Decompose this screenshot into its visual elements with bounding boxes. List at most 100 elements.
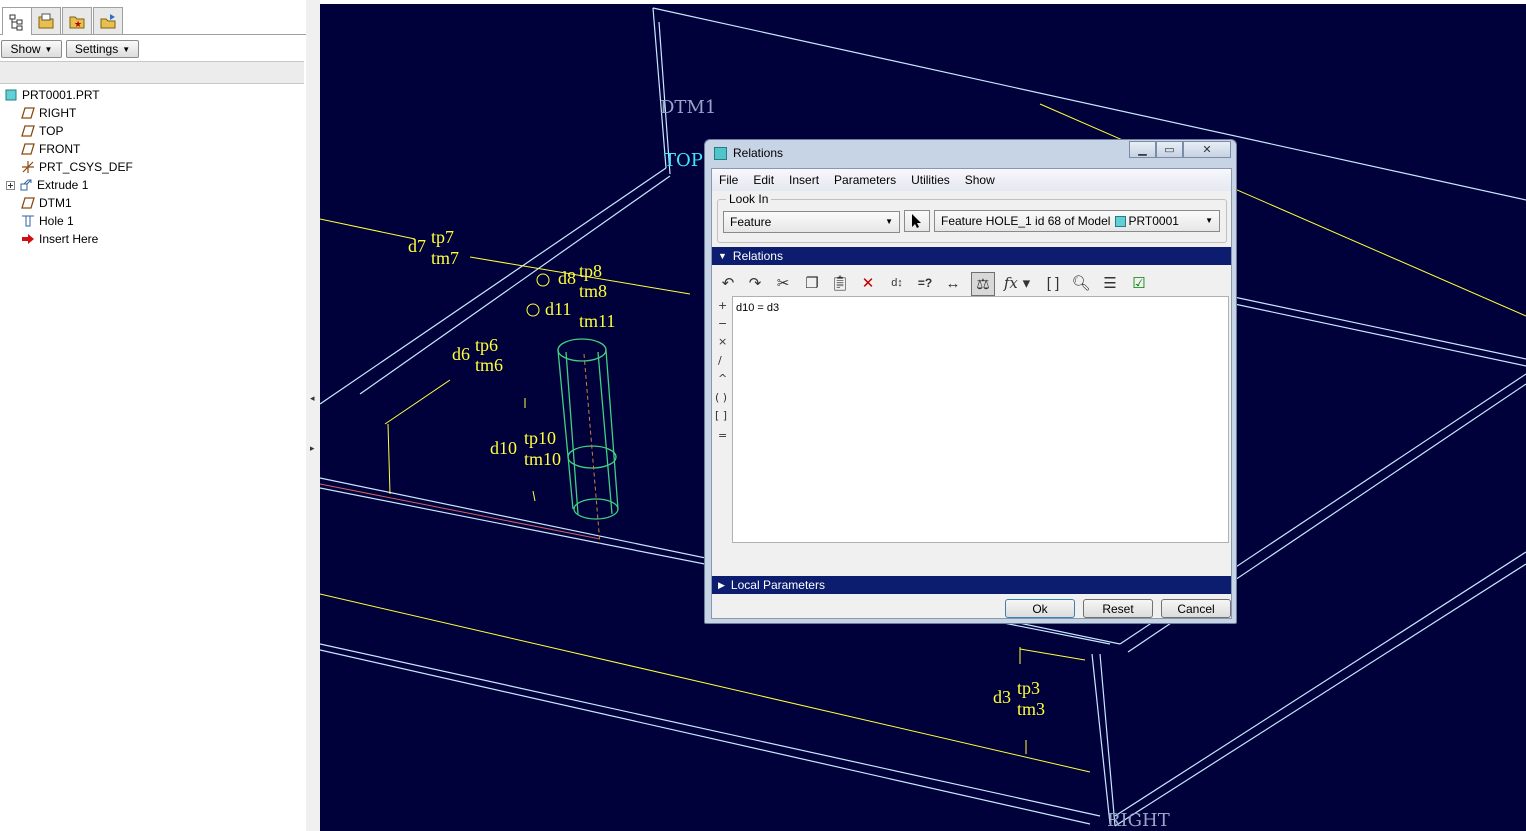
operator-plus[interactable]: +: [718, 299, 727, 312]
operator-palette: + − × / ^ ( ) [ ] =: [712, 299, 732, 539]
units-icon: ⚖: [976, 276, 990, 293]
settings-button[interactable]: Settings ▼: [66, 40, 139, 58]
switch-dims-icon: d↕: [891, 277, 903, 289]
panel-splitter[interactable]: ◂ ▸: [306, 0, 320, 831]
menu-insert[interactable]: Insert: [782, 173, 827, 187]
operator-multiply[interactable]: ×: [718, 335, 727, 348]
dim-d3[interactable]: d3: [993, 687, 1011, 708]
close-button[interactable]: ✕: [1183, 141, 1231, 158]
switch-dims-button[interactable]: d↕: [886, 272, 908, 294]
look-in-select[interactable]: Feature ▼: [723, 211, 900, 233]
folder-browser-tab[interactable]: [31, 7, 61, 34]
favorites-tab[interactable]: ★: [62, 7, 92, 34]
menu-file[interactable]: File: [712, 173, 746, 187]
redo-button[interactable]: ↷: [744, 272, 766, 294]
model-tree-icon: [9, 14, 23, 30]
select-feature-button[interactable]: [904, 210, 930, 232]
function-icon: fx ▾: [1003, 274, 1031, 292]
maximize-button[interactable]: ▭: [1156, 141, 1183, 158]
brackets-button[interactable]: [ ]: [1042, 272, 1064, 294]
dialog-body: File Edit Insert Parameters Utilities Sh…: [711, 168, 1232, 619]
chevron-down-icon: ▼: [885, 217, 893, 226]
tree-item-label: DTM1: [39, 196, 72, 210]
datum-plane-icon: [21, 124, 35, 138]
show-label: Show: [10, 42, 41, 56]
insert-dimension-button[interactable]: ↔: [942, 272, 964, 294]
dim-d6[interactable]: d6: [452, 344, 470, 365]
dialog-menubar: File Edit Insert Parameters Utilities Sh…: [712, 169, 1231, 191]
sort-button[interactable]: ☰: [1099, 272, 1121, 294]
tree-item-extrude[interactable]: Extrude 1: [6, 176, 88, 194]
operator-parens[interactable]: ( ): [715, 391, 727, 404]
dialog-titlebar[interactable]: Relations ▁ ▭ ✕: [705, 140, 1236, 166]
tree-item-hole[interactable]: Hole 1: [21, 212, 74, 230]
tree-item-label: Hole 1: [39, 214, 74, 228]
operator-brackets[interactable]: [ ]: [715, 409, 727, 422]
reset-button[interactable]: Reset: [1083, 599, 1153, 618]
cut-button[interactable]: ✂: [772, 272, 794, 294]
cursor-arrow-icon: [912, 214, 921, 228]
operator-divide[interactable]: /: [718, 354, 722, 367]
undo-icon: ↶: [721, 275, 735, 292]
show-button[interactable]: Show ▼: [1, 40, 62, 58]
model-tree-panel: ★ Show ▼ Settings ▼ PRT0001.PRT RIGHT TOP …: [0, 0, 307, 831]
close-icon: ✕: [1202, 144, 1212, 156]
local-parameters-header[interactable]: ▶ Local Parameters: [712, 576, 1231, 594]
paste-button[interactable]: 📋︎: [829, 272, 851, 294]
evaluate-button[interactable]: =?: [914, 272, 936, 294]
function-button[interactable]: fx ▾: [1000, 272, 1034, 294]
tree-item-insert-here[interactable]: Insert Here: [21, 230, 98, 248]
menu-parameters[interactable]: Parameters: [827, 173, 904, 187]
insert-arrow-icon: [21, 232, 35, 246]
delete-button[interactable]: ✕: [857, 272, 879, 294]
dim-d8[interactable]: d8: [558, 268, 576, 289]
chevron-down-icon: ▼: [44, 44, 53, 54]
tree-item-label: Insert Here: [39, 232, 99, 246]
connections-icon: [100, 14, 116, 29]
model-tree-tab[interactable]: [2, 7, 32, 35]
relations-text: d10 = d3: [736, 302, 780, 314]
dim-d11[interactable]: d11: [545, 299, 571, 320]
connections-tab[interactable]: [93, 7, 123, 34]
dim-tm6: tm6: [475, 355, 504, 375]
ok-button[interactable]: Ok: [1005, 599, 1075, 618]
copy-button[interactable]: ❐: [801, 272, 823, 294]
units-button[interactable]: ⚖: [971, 272, 995, 296]
dim-tm7: tm7: [431, 248, 460, 268]
tree-item-csys[interactable]: PRT_CSYS_DEF: [21, 158, 133, 176]
cut-icon: ✂: [776, 275, 790, 292]
relations-section-header[interactable]: ▼ Relations: [712, 247, 1231, 265]
operator-power[interactable]: ^: [718, 372, 727, 385]
collapse-arrow-icon[interactable]: ◂: [310, 393, 315, 404]
tree-item-dtm1[interactable]: DTM1: [21, 194, 72, 212]
feature-value: Feature HOLE_1 id 68 of Model: [941, 214, 1111, 228]
menu-show[interactable]: Show: [958, 173, 1003, 187]
dim-d7[interactable]: d7: [408, 236, 426, 257]
dim-tp7: tp7: [431, 227, 455, 247]
tree-item-top[interactable]: TOP: [21, 122, 63, 140]
menu-edit[interactable]: Edit: [746, 173, 782, 187]
look-in-group: Look In Feature ▼ Feature HOLE_1 id 68 o…: [717, 192, 1227, 243]
minimize-button[interactable]: ▁: [1129, 141, 1156, 158]
undo-button[interactable]: ↶: [717, 272, 739, 294]
dim-tp10: tp10: [524, 428, 557, 448]
tree-item-part[interactable]: PRT0001.PRT: [4, 86, 100, 104]
tree-item-front[interactable]: FRONT: [21, 140, 80, 158]
check-button[interactable]: ☑: [1128, 272, 1150, 294]
feature-select[interactable]: Feature HOLE_1 id 68 of Model PRT0001 ▼: [934, 210, 1220, 232]
expand-arrow-icon[interactable]: ▸: [310, 443, 315, 454]
dim-tm10: tm10: [524, 449, 562, 469]
copy-icon: ❐: [805, 275, 819, 292]
dim-d10[interactable]: d10: [490, 438, 517, 459]
expand-icon[interactable]: [6, 178, 15, 192]
operator-equals[interactable]: =: [718, 429, 727, 442]
svg-text:★: ★: [74, 19, 82, 29]
verify-button[interactable]: 🔍︎: [1070, 272, 1092, 294]
cancel-button[interactable]: Cancel: [1161, 599, 1231, 618]
relations-editor[interactable]: d10 = d3: [732, 296, 1229, 543]
cancel-label: Cancel: [1177, 601, 1215, 616]
operator-minus[interactable]: −: [718, 317, 727, 330]
menu-utilities[interactable]: Utilities: [904, 173, 958, 187]
tree-item-right[interactable]: RIGHT: [21, 104, 76, 122]
local-parameters-label: Local Parameters: [730, 578, 825, 592]
